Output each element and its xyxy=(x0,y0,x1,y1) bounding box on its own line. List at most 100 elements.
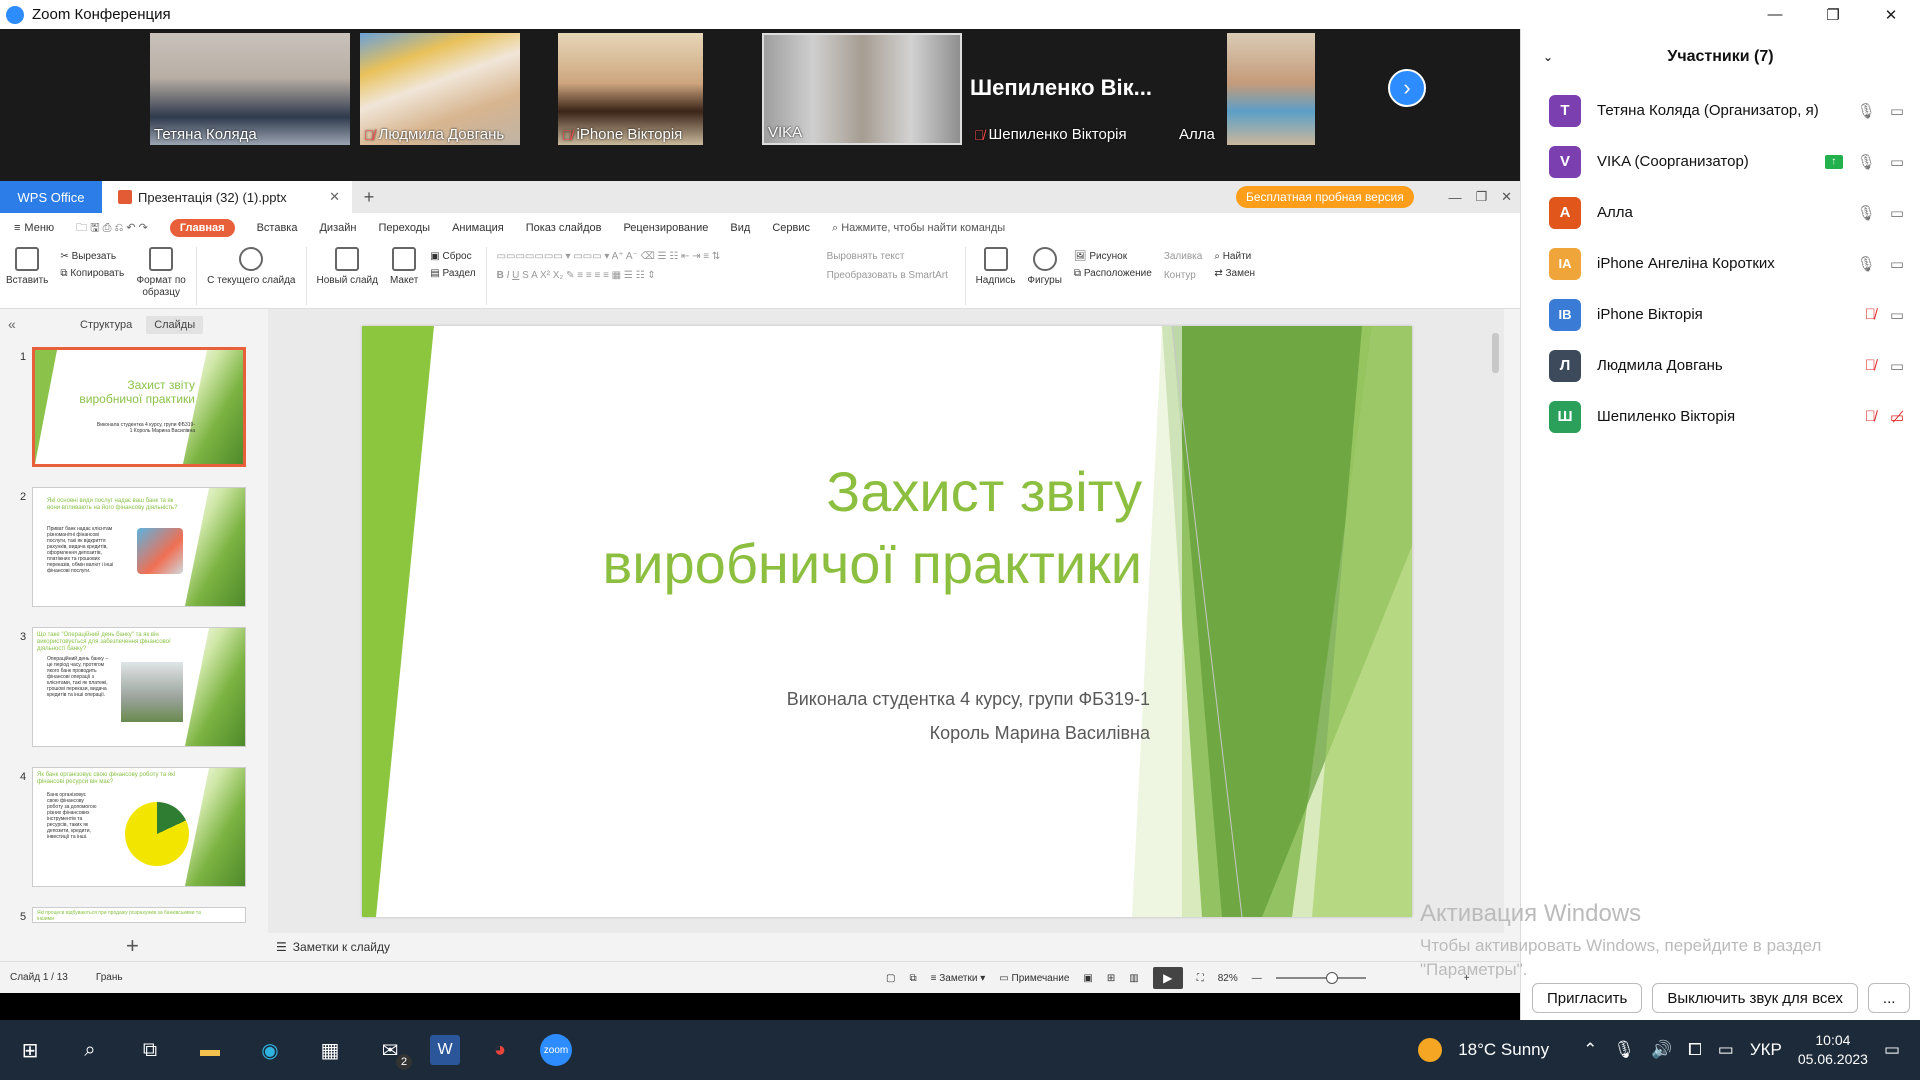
wps-home-tab[interactable]: WPS Office xyxy=(0,181,102,213)
find-button[interactable]: ⌕ Найти xyxy=(1214,251,1255,262)
slide-thumbnail[interactable]: Що таке "Операційний день банку" та як в… xyxy=(32,627,246,747)
notification-icon[interactable]: ▭ xyxy=(1884,1040,1900,1060)
vertical-scrollbar[interactable] xyxy=(1490,309,1500,933)
video-tile[interactable]: 🎙̸ Людмила Довгань xyxy=(360,33,520,145)
more-button[interactable]: ... xyxy=(1867,983,1911,1013)
reading-view-icon[interactable]: ▥ xyxy=(1129,973,1138,984)
mail-icon[interactable]: ✉ 2 xyxy=(370,1030,412,1070)
task-view-icon[interactable]: ⧉ xyxy=(130,1030,170,1070)
weather-text[interactable]: 18°C Sunny xyxy=(1458,1040,1549,1060)
zoom-slider[interactable] xyxy=(1275,972,1366,984)
arrange-button[interactable]: ⧉ Расположение xyxy=(1074,268,1152,279)
format-controls[interactable]: B I U S A X² X₂ ✎ ≡ ≡ ≡ ≡ ▦ ☰ ☷ ⇕ xyxy=(497,270,815,281)
participant-row[interactable]: IB iPhone Вікторія 🎙̸ ▭ xyxy=(1521,289,1920,340)
zoom-out-icon[interactable]: — xyxy=(1252,973,1262,984)
document-tab[interactable]: Презентація (32) (1).pptx ✕ xyxy=(102,181,352,213)
cut-button[interactable]: ✂ Вырезать xyxy=(60,251,124,262)
section-button[interactable]: ▤ Раздел xyxy=(430,268,475,279)
tab-animation[interactable]: Анимация xyxy=(452,222,504,234)
from-current-slide-button[interactable]: С текущего слайда xyxy=(201,247,301,287)
chrome-icon[interactable]: ◕ xyxy=(480,1030,520,1070)
file-explorer-icon[interactable]: ▬ xyxy=(190,1030,230,1070)
copy-button[interactable]: ⧉ Копировать xyxy=(60,268,124,279)
participant-row[interactable]: Ш Шепиленко Вікторія 🎙̸ ▭̸ xyxy=(1521,391,1920,442)
video-tile[interactable]: Тетяна Коляда xyxy=(150,33,350,145)
slide-thumbnail[interactable]: Які процеси відбуваються при продажу роз… xyxy=(32,907,246,923)
restore-icon[interactable]: ❐ xyxy=(1475,189,1487,205)
replace-button[interactable]: ⇄ Замен xyxy=(1214,268,1255,279)
tab-home[interactable]: Главная xyxy=(169,219,235,237)
mute-all-button[interactable]: Выключить звук для всех xyxy=(1652,983,1858,1013)
comment-toggle[interactable]: ▭ Примечание xyxy=(999,973,1069,984)
notes-toggle[interactable]: ≡ Заметки ▾ xyxy=(931,973,986,984)
video-tile-active[interactable]: VIKA xyxy=(762,33,962,145)
reset-button[interactable]: ▣ Сброс xyxy=(430,251,475,262)
volume-icon[interactable]: 🔊 xyxy=(1651,1040,1672,1060)
picture-button[interactable]: 🖼 Рисунок xyxy=(1074,251,1152,262)
microphone-icon[interactable]: 🎙 xyxy=(1613,1040,1635,1060)
shapes-button[interactable]: Фигуры xyxy=(1021,247,1067,287)
slide-subtitle[interactable]: Виконала студентка 4 курсу, групи ФБ319-… xyxy=(787,682,1150,750)
next-page-arrow-icon[interactable]: › xyxy=(1388,69,1426,107)
paste-button[interactable]: Вставить xyxy=(0,247,54,287)
battery-icon[interactable]: ▭ xyxy=(1718,1040,1734,1060)
tab-slides[interactable]: Слайды xyxy=(146,316,204,334)
language-indicator[interactable]: УКР xyxy=(1750,1040,1782,1060)
minimize-icon[interactable]: — xyxy=(1746,0,1804,29)
camera-icon[interactable]: ⧠ xyxy=(1688,1040,1702,1060)
search-icon[interactable]: ⌕ xyxy=(70,1030,110,1070)
tab-slideshow[interactable]: Показ слайдов xyxy=(526,222,602,234)
zoom-slider-handle[interactable] xyxy=(1325,972,1338,984)
close-icon[interactable]: ✕ xyxy=(1501,189,1512,205)
slide-thumbnail[interactable]: Захист звіту виробничої практики Виконал… xyxy=(32,347,246,467)
fit-icon[interactable]: ▢ xyxy=(886,973,895,984)
tab-transitions[interactable]: Переходы xyxy=(378,222,430,234)
textbox-button[interactable]: Надпись xyxy=(970,247,1022,287)
zoom-app-icon[interactable]: zoom xyxy=(540,1034,572,1066)
collapse-chevron-icon[interactable]: ⌄ xyxy=(1543,50,1553,64)
scrollbar-thumb[interactable] xyxy=(1492,333,1499,373)
participant-row[interactable]: V VIKA (Соорганизатор) ↑ 🎙 ▭ xyxy=(1521,136,1920,187)
participant-row[interactable]: Т Тетяна Коляда (Организатор, я) 🎙 ▭ xyxy=(1521,85,1920,136)
current-slide[interactable]: Захист звіту виробничої практики Виконал… xyxy=(362,326,1412,917)
participant-row[interactable]: А Алла 🎙 ▭ xyxy=(1521,187,1920,238)
fit-window-icon[interactable]: ⛶ xyxy=(1197,973,1204,984)
command-search[interactable]: ⌕ Нажмите, чтобы найти команды xyxy=(832,222,1005,235)
close-icon[interactable]: ✕ xyxy=(1862,0,1920,29)
participant-row[interactable]: IA iPhone Ангеліна Коротких 🎙 ▭ xyxy=(1521,238,1920,289)
trial-button[interactable]: Бесплатная пробная версия xyxy=(1236,186,1414,208)
notes-bar[interactable]: ☰ Заметки к слайду xyxy=(268,933,1500,961)
store-icon[interactable]: ▦ xyxy=(310,1030,350,1070)
tab-insert[interactable]: Вставка xyxy=(257,222,298,234)
tab-design[interactable]: Дизайн xyxy=(319,222,356,234)
close-tab-icon[interactable]: ✕ xyxy=(329,189,340,205)
reading-icon[interactable]: ⧉ xyxy=(909,973,916,984)
menu-button[interactable]: ≡ Меню xyxy=(14,222,54,234)
fill-button[interactable]: Заливка xyxy=(1164,251,1203,262)
layout-button[interactable]: Макет xyxy=(384,247,424,287)
clock[interactable]: 10:04 05.06.2023 xyxy=(1798,1031,1868,1069)
collapse-pane-icon[interactable]: « xyxy=(8,316,16,332)
participant-row[interactable]: Л Людмила Довгань 🎙̸ ▭ xyxy=(1521,340,1920,391)
restore-icon[interactable]: ❐ xyxy=(1804,0,1862,29)
tab-outline[interactable]: Структура xyxy=(80,319,132,331)
add-slide-icon[interactable]: + xyxy=(126,933,139,959)
smartart-button[interactable]: Преобразовать в SmartArt xyxy=(827,270,955,281)
font-controls[interactable]: ▭▭▭▭▭▭▭ ▾ ▭▭▭ ▾ A⁺ A⁻ ⌫ ☰ ☷ ⇤ ⇥ ≡ ⇅ xyxy=(497,251,815,262)
slide-thumbnail[interactable]: Які основні види послуг надає ваш банк т… xyxy=(32,487,246,607)
normal-view-icon[interactable]: ▣ xyxy=(1083,973,1092,984)
sorter-view-icon[interactable]: ⊞ xyxy=(1107,973,1115,984)
tab-service[interactable]: Сервис xyxy=(772,222,810,234)
video-tile[interactable]: Алла xyxy=(1175,33,1315,145)
slide-title[interactable]: Захист звіту виробничої практики xyxy=(603,456,1143,600)
word-icon[interactable]: W xyxy=(430,1035,460,1065)
play-slideshow-icon[interactable]: ▶ xyxy=(1152,967,1183,989)
edge-browser-icon[interactable]: ◉ xyxy=(250,1030,290,1070)
video-tile[interactable]: 🎙̸ Шепиленко Вікторія xyxy=(970,33,1170,145)
outline-button[interactable]: Контур xyxy=(1164,270,1203,281)
zoom-level[interactable]: 82% xyxy=(1218,973,1238,984)
invite-button[interactable]: Пригласить xyxy=(1532,983,1643,1013)
theme-name[interactable]: Грань xyxy=(96,972,123,983)
video-tile[interactable]: 🎙̸ iPhone Вікторія xyxy=(558,33,703,145)
slide-thumbnail[interactable]: Як банк організовує свою фінансову робот… xyxy=(32,767,246,887)
